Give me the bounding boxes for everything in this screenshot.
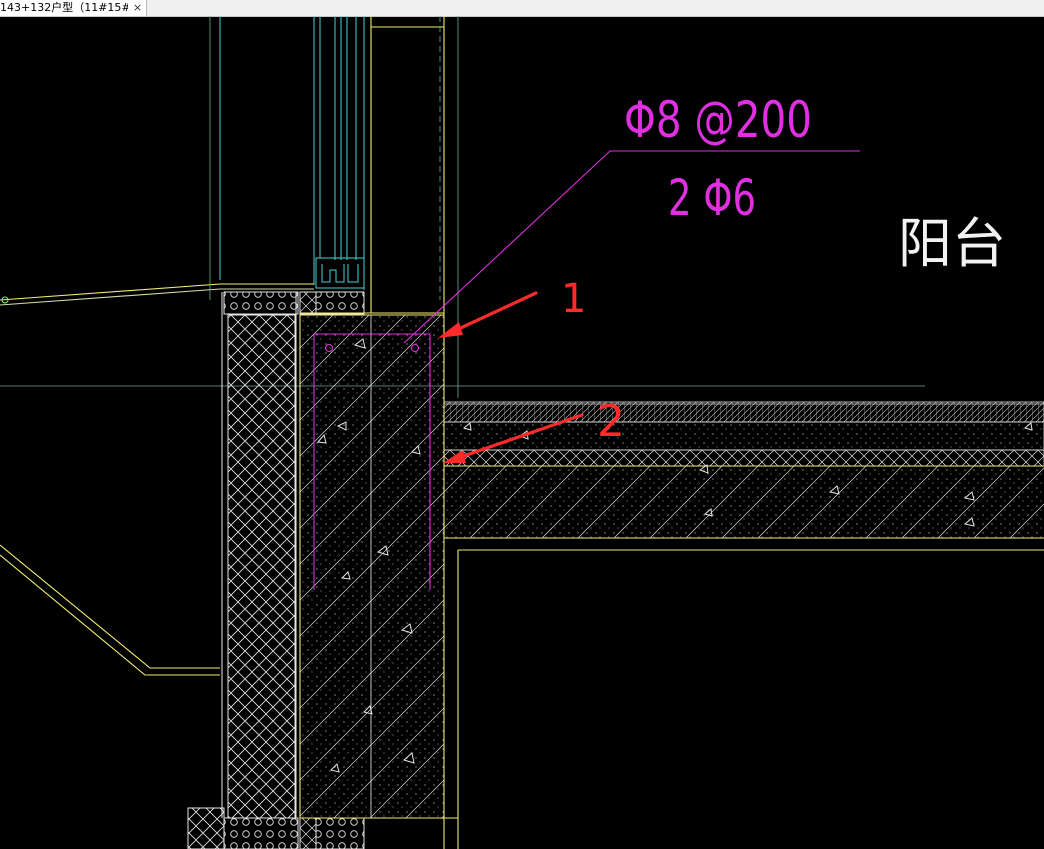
room-label-balcony: 阳台 <box>898 212 1006 275</box>
axis-lines <box>0 16 925 398</box>
document-tab[interactable]: 143+132户型（11#15#… × <box>0 0 147 16</box>
cad-drawing-canvas[interactable]: Φ8 @200 2 Φ6 阳台 1 2 <box>0 16 1044 849</box>
rebar-spec-top: Φ8 @200 <box>624 91 812 149</box>
rebar-spec-bottom: 2 Φ6 <box>668 169 756 227</box>
annotation-marker-1: 1 <box>561 276 586 322</box>
annotation-marker-2: 2 <box>597 396 625 447</box>
document-tab-bar: 143+132户型（11#15#… × <box>0 0 1044 17</box>
window-frame <box>219 16 365 290</box>
document-tab-title: 143+132户型（11#15#… <box>0 1 128 14</box>
concrete-wall-section <box>299 314 445 819</box>
close-icon[interactable]: × <box>131 0 144 16</box>
floor-slab <box>443 398 1044 538</box>
